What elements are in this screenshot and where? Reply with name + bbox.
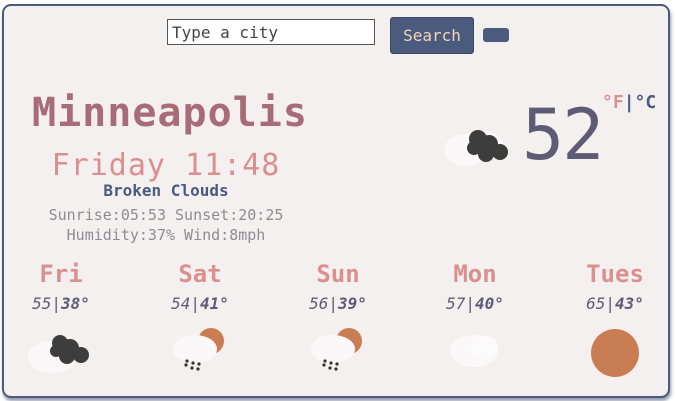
forecast-day-tues: Tues 65|43° — [555, 260, 668, 379]
forecast-day-name: Sat — [178, 260, 222, 288]
broken-clouds-icon — [28, 335, 89, 373]
temp-separator: | — [605, 294, 615, 313]
sun-rain-icon — [311, 328, 362, 371]
forecast-day-mon: Mon 57|40° — [415, 260, 535, 379]
forecast-day-sun: Sun 56|39° — [278, 260, 398, 379]
forecast-day-name: Tues — [586, 260, 644, 288]
forecast-row: Fri 55|38° Sat 54|41° Sun 56|39° Mon 57|… — [4, 260, 668, 390]
forecast-high: 65 — [586, 294, 606, 313]
forecast-temps: 65|43° — [555, 294, 668, 313]
forecast-high: 55 — [32, 294, 52, 313]
forecast-day-name: Fri — [39, 260, 83, 288]
forecast-low: 41° — [200, 294, 229, 313]
forecast-day-fri: Fri 55|38° — [4, 260, 121, 379]
temp-separator: | — [328, 294, 338, 313]
temp-separator: | — [51, 294, 61, 313]
forecast-temps: 56|39° — [278, 294, 398, 313]
date-time: Friday 11:48 — [51, 148, 281, 183]
city-search-input[interactable] — [167, 19, 375, 45]
broken-clouds-icon — [444, 130, 508, 166]
weather-card: Search Minneapolis Friday 11:48 Broken C… — [2, 4, 670, 398]
forecast-day-name: Sun — [316, 260, 360, 288]
forecast-temps: 55|38° — [4, 294, 121, 313]
weather-condition: Broken Clouds — [103, 181, 229, 200]
forecast-high: 56 — [309, 294, 329, 313]
sun-icon — [591, 329, 639, 377]
forecast-day-name: Mon — [453, 260, 497, 288]
forecast-low: 39° — [338, 294, 367, 313]
unit-toggle: °F|°C — [602, 92, 656, 113]
sunrise-sunset: Sunrise:05:53 Sunset:20:25 — [48, 206, 284, 224]
forecast-day-sat: Sat 54|41° — [140, 260, 260, 379]
forecast-low: 43° — [615, 294, 644, 313]
forecast-temps: 54|41° — [140, 294, 260, 313]
forecast-low: 40° — [475, 294, 504, 313]
location-button[interactable] — [483, 28, 509, 42]
sun-rain-icon — [173, 328, 224, 371]
forecast-high: 54 — [171, 294, 191, 313]
search-button[interactable]: Search — [390, 17, 474, 54]
few-clouds-icon — [450, 335, 498, 367]
fahrenheit-toggle[interactable]: °F — [602, 92, 624, 113]
humidity-wind: Humidity:37% Wind:8mph — [66, 226, 266, 244]
temp-separator: | — [190, 294, 200, 313]
forecast-high: 57 — [446, 294, 466, 313]
forecast-temps: 57|40° — [415, 294, 535, 313]
celsius-toggle[interactable]: °C — [635, 92, 657, 113]
city-name: Minneapolis — [32, 90, 308, 136]
forecast-low: 38° — [61, 294, 90, 313]
current-temperature: 52 — [522, 94, 604, 176]
temp-separator: | — [465, 294, 475, 313]
unit-separator: | — [623, 92, 635, 113]
